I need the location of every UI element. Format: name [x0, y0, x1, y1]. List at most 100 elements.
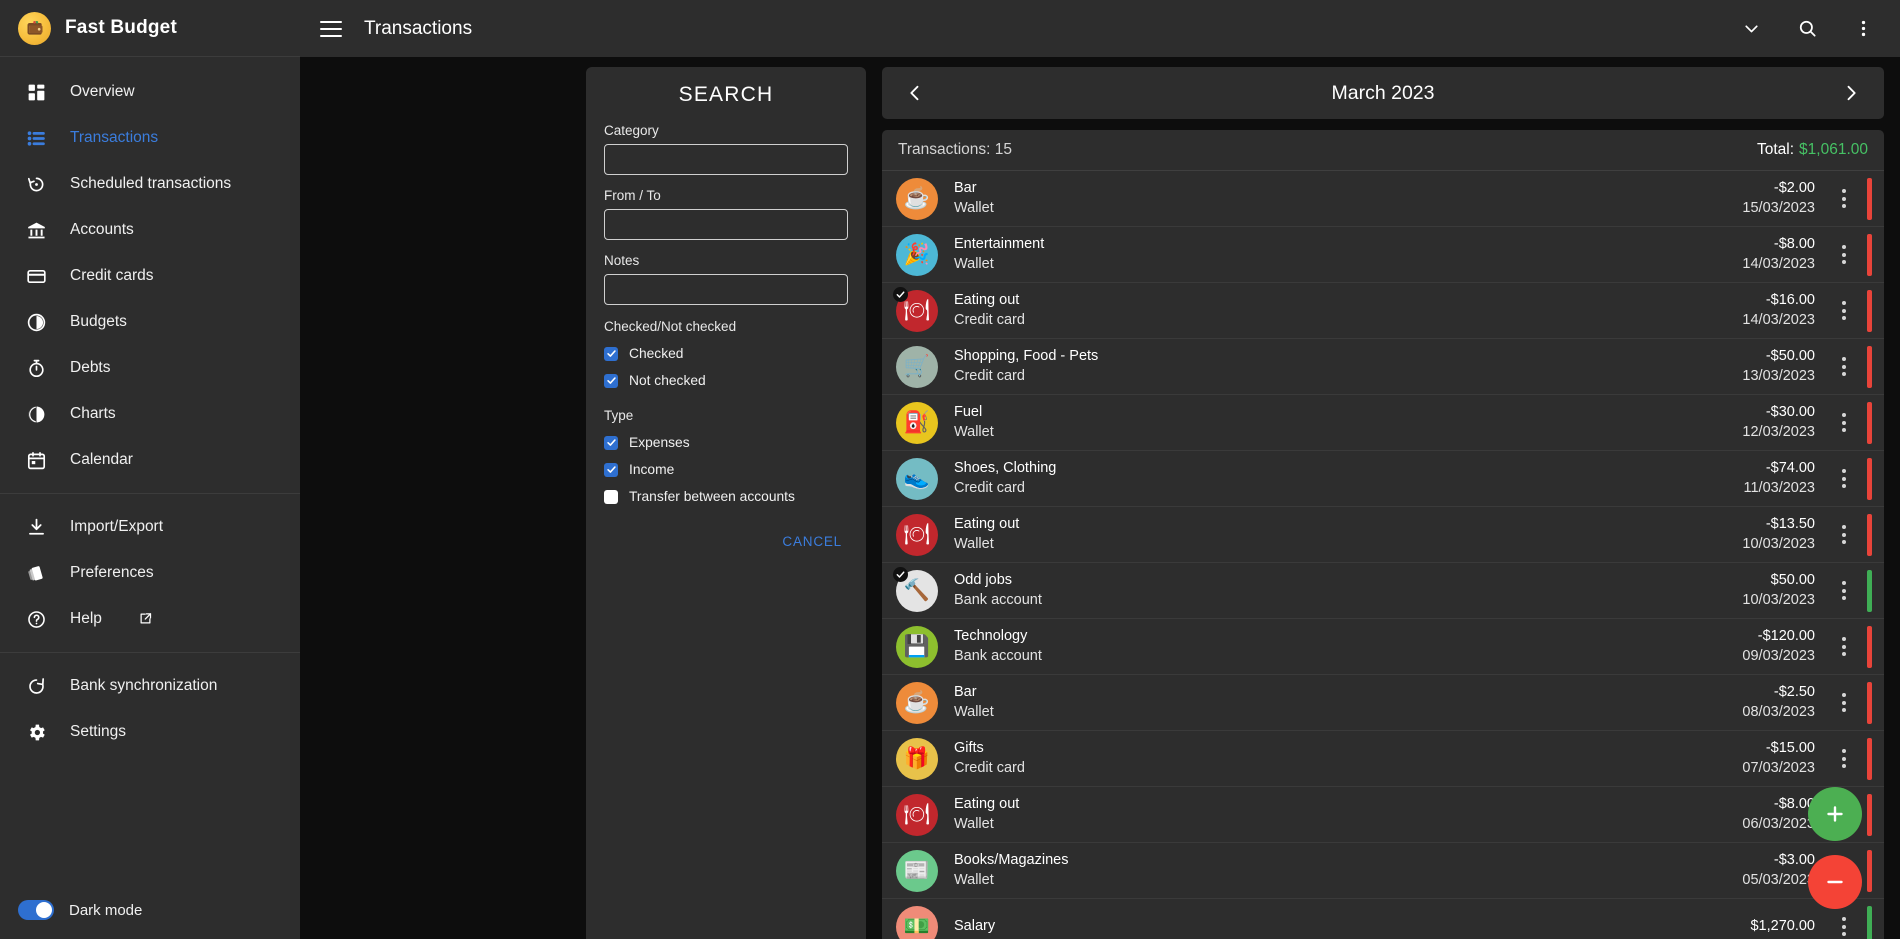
table-row[interactable]: 🛒 Shopping, Food - Pets Credit card -$50.00… [882, 339, 1884, 395]
transaction-type-indicator [1867, 457, 1872, 500]
transaction-amount: -$120.00 [1757, 627, 1815, 644]
checkbox-transfer[interactable] [604, 489, 618, 504]
from-to-input[interactable] [604, 209, 848, 240]
transaction-texts: Eating out Wallet [954, 515, 1742, 554]
sidebar-item-accounts[interactable]: Accounts [0, 207, 300, 253]
category-glyph: 🍽 [903, 803, 931, 826]
dark-mode-toggle[interactable]: Dark mode [0, 881, 300, 939]
category-glyph: ☕ [903, 187, 931, 210]
table-row[interactable]: 💵 Salary $1,270.00 [882, 899, 1884, 939]
table-row[interactable]: ⛽ Fuel Wallet -$30.00 12/03/2023 [882, 395, 1884, 451]
checkbox-income[interactable] [604, 462, 618, 477]
transaction-account: Credit card [954, 759, 1025, 776]
sidebar-item-overview[interactable]: Overview [0, 69, 300, 115]
sidebar-item-credit-cards[interactable]: Credit cards [0, 253, 300, 299]
row-overflow-menu-icon[interactable] [1827, 403, 1861, 443]
sidebar-item-label: Credit cards [70, 267, 154, 284]
row-overflow-menu-icon[interactable] [1827, 179, 1861, 219]
dark-mode-label: Dark mode [69, 901, 143, 919]
table-row[interactable]: 🍽 Eating out Wallet -$8.00 06/03/2023 [882, 787, 1884, 843]
checkbox-not-checked[interactable] [604, 373, 618, 388]
sidebar-item-label: Preferences [70, 564, 154, 581]
table-row[interactable]: 🎉 Entertainment Wallet -$8.00 14/03/2023 [882, 227, 1884, 283]
transaction-category: Eating out [954, 291, 1020, 308]
transaction-date: 09/03/2023 [1742, 647, 1815, 664]
table-row[interactable]: 🍽 Eating out Credit card -$16.00 14/03/2023 [882, 283, 1884, 339]
category-glyph: 🍽 [903, 523, 931, 546]
table-row[interactable]: ☕ Bar Wallet -$2.50 08/03/2023 [882, 675, 1884, 731]
category-glyph: 👟 [903, 467, 931, 490]
table-row[interactable]: 👟 Shoes, Clothing Credit card -$74.00 11/03/… [882, 451, 1884, 507]
row-overflow-menu-icon[interactable] [1827, 291, 1861, 331]
table-row[interactable]: 🍽 Eating out Wallet -$13.50 10/03/2023 [882, 507, 1884, 563]
checkbox-row-checked[interactable]: Checked [604, 340, 848, 367]
sidebar-item-help[interactable]: Help [0, 596, 300, 642]
transaction-date: 12/03/2023 [1742, 423, 1815, 440]
checkbox-expenses[interactable] [604, 435, 618, 450]
sidebar-item-budgets[interactable]: Budgets [0, 299, 300, 345]
transaction-date: 13/03/2023 [1742, 367, 1815, 384]
hamburger-icon[interactable] [320, 20, 342, 37]
transaction-account: Wallet [954, 199, 994, 216]
transactions-panel: Transactions: 15 Total: $1,061.00 ☕ Bar Wa… [882, 130, 1884, 939]
dark-mode-switch[interactable] [18, 900, 54, 920]
sidebar-item-scheduled-transactions[interactable]: Scheduled transactions [0, 161, 300, 207]
category-glyph: 🛒 [903, 355, 931, 378]
main-area: Transactions SEARCH Category From / To N… [300, 0, 1900, 939]
transactions-list: ☕ Bar Wallet -$2.00 15/03/2023 🎉 Entertainment… [882, 171, 1884, 939]
row-overflow-menu-icon[interactable] [1827, 627, 1861, 667]
sidebar-item-bank-synchronization[interactable]: Bank synchronization [0, 663, 300, 709]
sidebar-item-preferences[interactable]: Preferences [0, 550, 300, 596]
table-row[interactable]: 💾 Technology Bank account -$120.00 09/03/202… [882, 619, 1884, 675]
overflow-menu-icon[interactable] [1846, 12, 1880, 46]
table-row[interactable]: 📰 Books/Magazines Wallet -$3.00 05/03/2023 [882, 843, 1884, 899]
row-overflow-menu-icon[interactable] [1827, 683, 1861, 723]
sidebar-group-tools: Import/Export Preferences Help [0, 493, 300, 646]
table-row[interactable]: 🔨 Odd jobs Bank account $50.00 10/03/2023 [882, 563, 1884, 619]
checkbox-checked[interactable] [604, 346, 618, 361]
row-overflow-menu-icon[interactable] [1827, 347, 1861, 387]
add-income-button[interactable] [1808, 787, 1862, 841]
transaction-texts: Gifts Credit card [954, 739, 1742, 778]
checkbox-row-expenses[interactable]: Expenses [604, 429, 848, 456]
sidebar-item-charts[interactable]: Charts [0, 391, 300, 437]
checkbox-row-not-checked[interactable]: Not checked [604, 367, 848, 394]
sidebar-item-transactions[interactable]: Transactions [0, 115, 300, 161]
transaction-type-indicator [1867, 177, 1872, 220]
chevron-down-icon[interactable] [1734, 12, 1768, 46]
row-overflow-menu-icon[interactable] [1827, 739, 1861, 779]
row-overflow-menu-icon[interactable] [1827, 515, 1861, 555]
transaction-type-indicator [1867, 569, 1872, 612]
transaction-values: -$30.00 12/03/2023 [1742, 403, 1815, 442]
transaction-values: -$50.00 13/03/2023 [1742, 347, 1815, 386]
search-icon[interactable] [1790, 12, 1824, 46]
transaction-type-indicator [1867, 625, 1872, 668]
transaction-category: Eating out [954, 795, 1020, 812]
search-panel-title: SEARCH [678, 83, 774, 106]
transaction-account: Wallet [954, 815, 994, 832]
chevron-left-icon[interactable] [898, 76, 932, 110]
cards-icon [24, 561, 48, 585]
add-expense-button[interactable] [1808, 855, 1862, 909]
sidebar-item-import-export[interactable]: Import/Export [0, 504, 300, 550]
cancel-button[interactable]: CANCEL [776, 530, 848, 553]
chevron-right-icon[interactable] [1834, 76, 1868, 110]
transaction-texts: Bar Wallet [954, 683, 1742, 722]
row-overflow-menu-icon[interactable] [1827, 571, 1861, 611]
sidebar-item-debts[interactable]: Debts [0, 345, 300, 391]
checkbox-row-transfer[interactable]: Transfer between accounts [604, 483, 848, 510]
notes-input[interactable] [604, 274, 848, 305]
sidebar-item-settings[interactable]: Settings [0, 709, 300, 755]
transaction-category: Odd jobs [954, 571, 1013, 588]
row-overflow-menu-icon[interactable] [1827, 907, 1861, 939]
transaction-date: 14/03/2023 [1742, 311, 1815, 328]
row-overflow-menu-icon[interactable] [1827, 459, 1861, 499]
category-input[interactable] [604, 144, 848, 175]
sidebar-item-calendar[interactable]: Calendar [0, 437, 300, 483]
checkbox-row-income[interactable]: Income [604, 456, 848, 483]
type-group-title: Type [604, 408, 634, 423]
row-overflow-menu-icon[interactable] [1827, 235, 1861, 275]
table-row[interactable]: ☕ Bar Wallet -$2.00 15/03/2023 [882, 171, 1884, 227]
table-row[interactable]: 🎁 Gifts Credit card -$15.00 07/03/2023 [882, 731, 1884, 787]
external-link-icon[interactable] [138, 611, 154, 627]
